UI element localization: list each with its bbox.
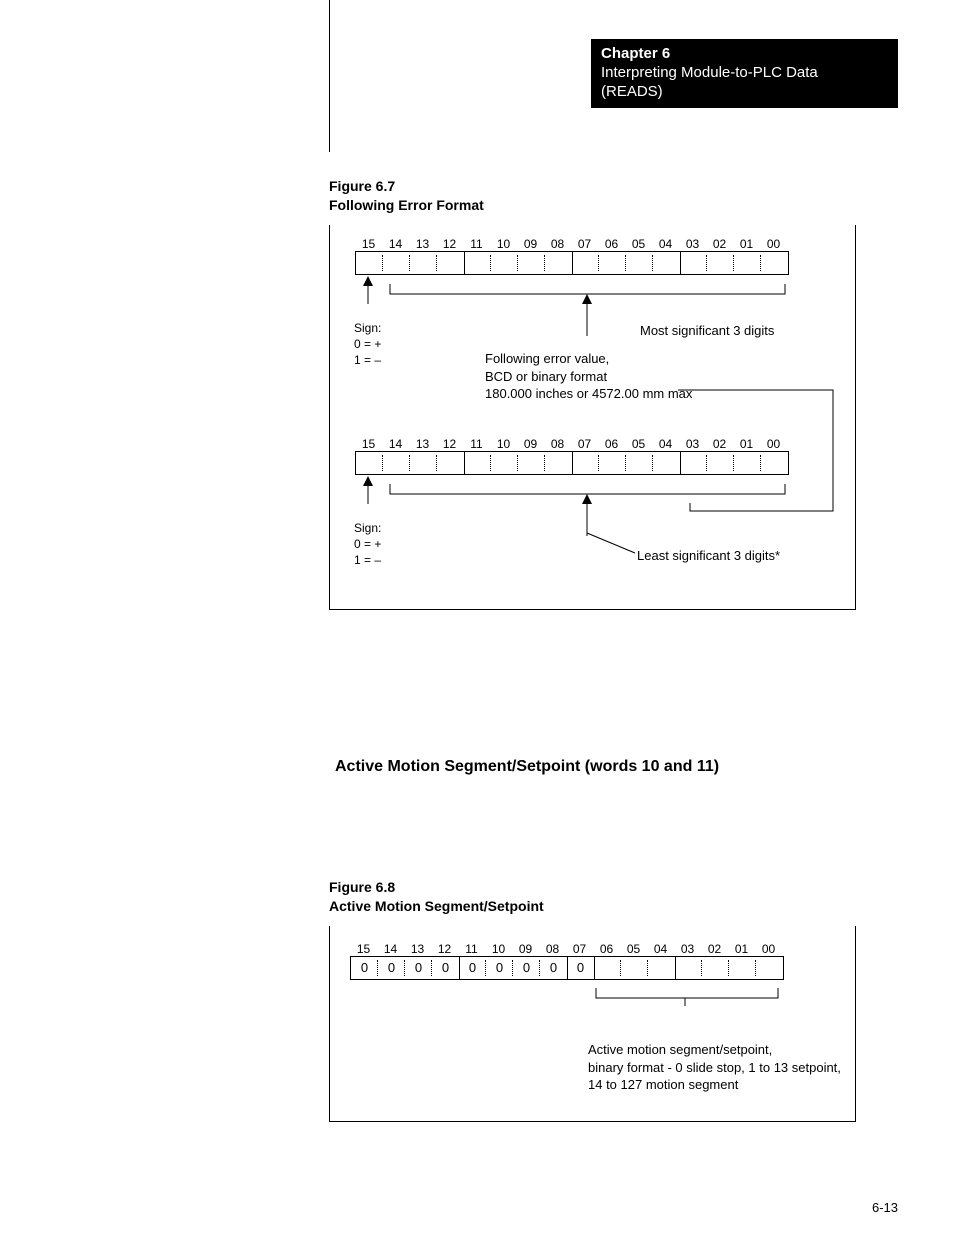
fig67-leastsig: Least significant 3 digits*	[637, 547, 780, 565]
figure-6-7-label: Figure 6.7 Following Error Format	[329, 177, 484, 215]
figure-number: Figure 6.8	[329, 878, 544, 897]
chapter-number: Chapter 6	[601, 45, 888, 64]
fig67-lower-word: 15 14 13 12 11 10 09 08 07 06 05 04 03 0…	[355, 437, 789, 475]
fig67-mostsig: Most significant 3 digits	[640, 322, 774, 340]
bit-numbers: 15 14 13 12 11 10 09 08 07 06 05 04 03 0…	[355, 437, 789, 451]
bit-numbers: 15 14 13 12 11 10 09 08 07 06 05 04 03 0…	[350, 942, 784, 956]
fig67-center-text: Following error value, BCD or binary for…	[485, 350, 692, 403]
fig67-upper-word: 15 14 13 12 11 10 09 08 07 06 05 04 03 0…	[355, 237, 789, 275]
fig67-upper-sign: Sign: 0 = + 1 = –	[354, 320, 381, 369]
bit-boxes	[355, 451, 789, 475]
fig68-annotation: Active motion segment/setpoint, binary f…	[588, 1041, 841, 1094]
figure-6-8-frame: 15 14 13 12 11 10 09 08 07 06 05 04 03 0…	[329, 926, 856, 1122]
chapter-title-1: Interpreting Module-to-PLC Data	[601, 64, 888, 83]
page-number: 6-13	[872, 1200, 898, 1215]
chapter-title-2: (READS)	[601, 83, 888, 102]
fig67-leastsig-line	[585, 495, 645, 550]
fig67-lower-sign: Sign: 0 = + 1 = –	[354, 520, 381, 569]
figure-title: Active Motion Segment/Setpoint	[329, 897, 544, 916]
figure-number: Figure 6.7	[329, 177, 484, 196]
bit-numbers: 15 14 13 12 11 10 09 08 07 06 05 04 03 0…	[355, 237, 789, 251]
figure-6-7-frame: 15 14 13 12 11 10 09 08 07 06 05 04 03 0…	[329, 225, 856, 610]
chapter-header: Chapter 6 Interpreting Module-to-PLC Dat…	[591, 39, 898, 108]
bit-boxes: 0 0 0 0 0 0 0 0 0	[350, 956, 784, 980]
fig67-lower-arrows	[355, 474, 795, 549]
header-rule	[329, 0, 330, 152]
fig68-bracket	[590, 980, 790, 1020]
fig68-word: 15 14 13 12 11 10 09 08 07 06 05 04 03 0…	[350, 942, 784, 980]
bit-boxes	[355, 251, 789, 275]
section-heading: Active Motion Segment/Setpoint (words 10…	[335, 758, 719, 776]
figure-title: Following Error Format	[329, 196, 484, 215]
figure-6-8-label: Figure 6.8 Active Motion Segment/Setpoin…	[329, 878, 544, 916]
